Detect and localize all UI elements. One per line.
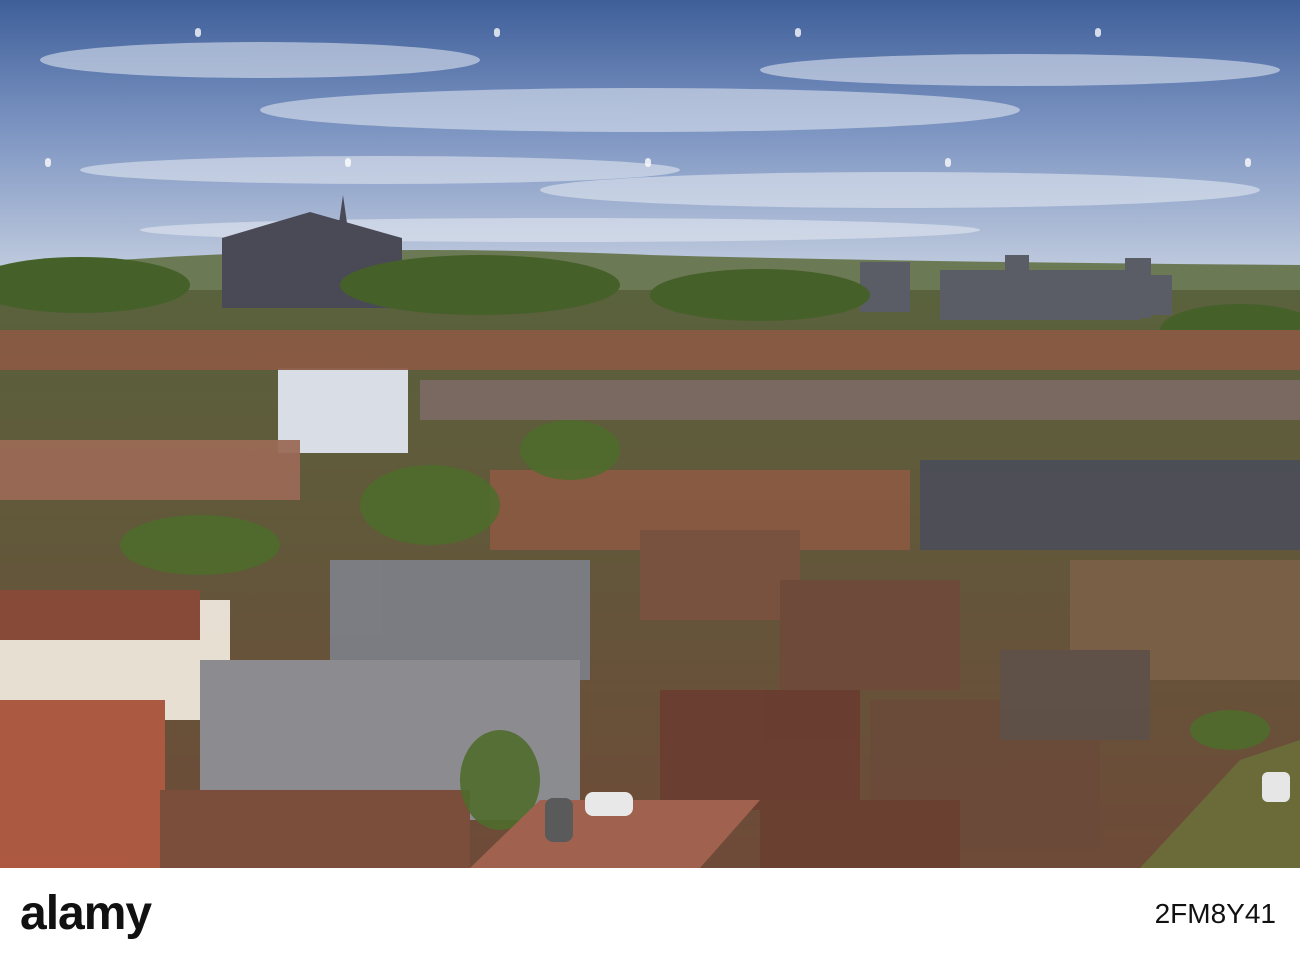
watermark-mark — [792, 28, 804, 50]
watermark-mark — [1092, 28, 1104, 50]
aerial-photo — [0, 0, 1300, 868]
stock-footer: alamy 2FM8Y41 — [0, 868, 1300, 956]
townscape-illustration — [0, 0, 1300, 868]
parked-car — [545, 798, 573, 842]
watermark-mark — [942, 158, 954, 180]
parked-car — [585, 792, 633, 816]
brand-logo: alamy — [20, 887, 152, 940]
watermark-mark — [1242, 158, 1254, 180]
watermark-mark — [642, 158, 654, 180]
castle — [860, 255, 1172, 320]
watermark-mark — [42, 158, 54, 180]
watermark-mark — [192, 28, 204, 50]
image-frame: alamy 2FM8Y41 — [0, 0, 1300, 956]
image-id: 2FM8Y41 — [1154, 898, 1276, 929]
watermark-mark — [342, 158, 354, 180]
moored-boat — [1262, 772, 1290, 802]
watermark-mark — [491, 28, 503, 50]
